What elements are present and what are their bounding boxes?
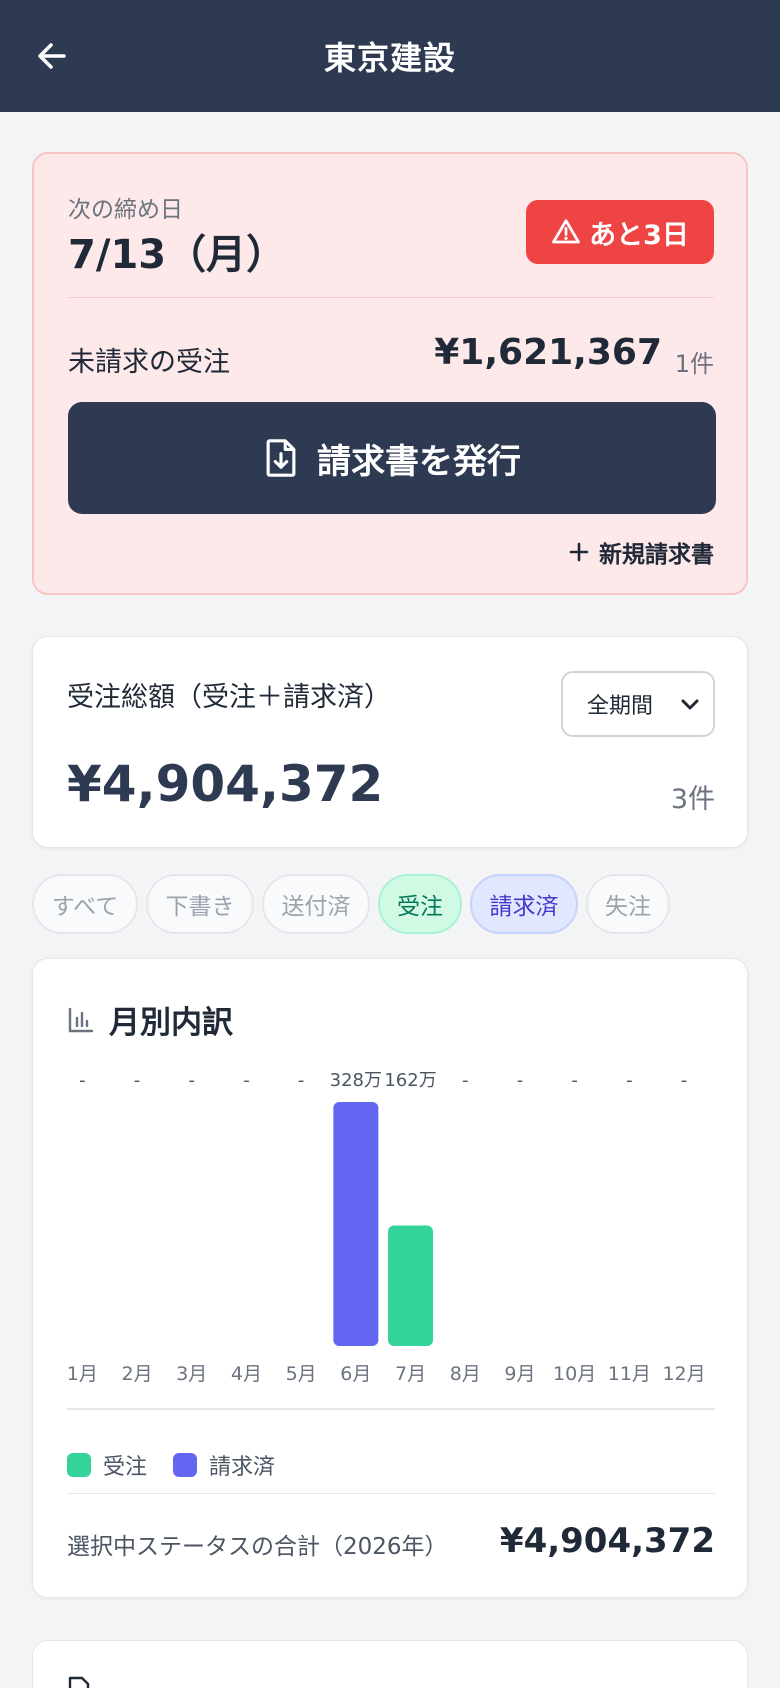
legend-label-ordered: 受注 [103,1455,148,1480]
new-invoice-link[interactable]: 新規請求書 [569,532,714,572]
month-tick-label: 9月 [504,1363,535,1385]
monthly-breakdown-card: 月別内訳 -1月 -2月 -3月 -4月 -5月 328万 6月 162万 7月 -8月 -9月 -1… [32,958,748,1598]
filter-chip-lost[interactable]: 失注 [586,874,670,934]
divider [68,297,714,298]
issue-invoice-button[interactable]: 請求書を発行 [68,402,716,514]
month-tick-label: 7月 [395,1363,426,1385]
month-tick-label: 11月 [608,1363,651,1385]
bar-value-label: - [189,1070,196,1091]
month-tick-label: 10月 [553,1363,596,1385]
app-header: 東京建設 [0,0,780,112]
order-total-count: 3件 [670,784,715,815]
legend-label-billed: 請求済 [209,1455,276,1480]
order-total-card: 受注総額（受注＋請求済） 全期間 ¥4,904,372 3件 [32,636,748,848]
bar-value-label: - [626,1070,633,1091]
page-title: 東京建設 [323,39,456,77]
filter-chip-all[interactable]: すべて [32,874,138,934]
plus-icon [569,542,589,562]
unbilled-amount: ¥1,621,367 [434,332,662,373]
unbilled-orders-label: 未請求の受注 [68,347,230,378]
bar-value-label: - [243,1070,250,1091]
month-tick-label: 2月 [122,1363,153,1385]
legend-swatch-billed [173,1453,198,1477]
order-total-amount: ¥4,904,372 [67,755,384,813]
bar-value-label: 328万 [330,1070,382,1091]
period-select-value: 全期間 [587,694,654,719]
bar-value-label: - [298,1070,305,1091]
selected-status-total-amount: ¥4,904,372 [499,1521,715,1561]
days-remaining-text: あと3日 [589,219,689,251]
new-invoice-label: 新規請求書 [599,542,714,568]
filter-chip-sent[interactable]: 送付済 [262,874,370,934]
document-icon [68,1676,90,1688]
bar-value-label: - [134,1070,141,1091]
bar-value-label: - [571,1070,578,1091]
filter-chip-draft[interactable]: 下書き [146,874,254,934]
bar-value-label: 162万 [384,1070,436,1091]
days-remaining-badge: あと3日 [526,200,714,264]
next-deadline-label: 次の締め日 [68,197,183,223]
filter-chip-billed[interactable]: 請求済 [470,874,578,934]
chart-legend: 受注 請求済 [67,1449,287,1481]
legend-item-billed: 請求済 [173,1449,275,1481]
chevron-down-icon [681,699,699,710]
issue-invoice-label: 請求書を発行 [317,441,521,482]
divider [67,1408,715,1410]
bar-value-label: - [79,1070,86,1091]
month-tick-label: 12月 [662,1363,705,1385]
filter-chip-ordered[interactable]: 受注 [378,874,462,934]
month-tick-label: 1月 [67,1363,98,1385]
next-deadline-date: 7/13（月） [68,232,287,278]
selected-status-total-label: 選択中ステータスの合計（2026年） [67,1534,448,1560]
unbilled-count: 1件 [674,350,714,378]
file-download-icon [266,439,296,477]
month-tick-label: 5月 [286,1363,317,1385]
month-tick-label: 3月 [176,1363,207,1385]
monthly-bar-chart: - 1月 - 2月 - 3月 - 4月 - 5月 328万 6月 162万 7月 - 8月 - 9月 - 10月 - 11… [67,1070,706,1385]
bar-value-label: - [681,1070,688,1091]
bar-value-label: - [462,1070,469,1091]
period-select[interactable]: 全期間 [561,671,715,737]
order-total-label: 受注総額（受注＋請求済） [67,682,391,713]
bar-6[interactable] [333,1102,379,1346]
legend-swatch-ordered [67,1453,91,1477]
legend-item-ordered: 受注 [67,1449,147,1481]
warning-triangle-icon [552,219,580,244]
bar-7[interactable] [388,1225,434,1346]
month-tick-label: 8月 [450,1363,481,1385]
deadline-card: 次の締め日 7/13（月） あと3日 未請求の受注 ¥1,621,367 1件 … [32,152,748,595]
month-tick-label: 4月 [231,1363,262,1385]
divider [67,1493,715,1494]
bar-value-label: - [517,1070,524,1091]
month-tick-label: 6月 [340,1363,371,1385]
next-section-card [32,1640,748,1688]
